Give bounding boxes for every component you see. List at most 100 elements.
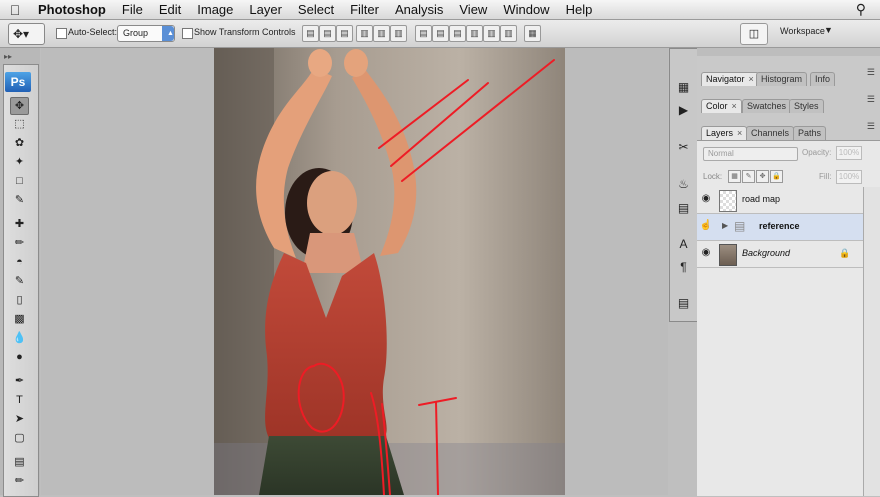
close-icon[interactable]: ×: [737, 128, 742, 138]
marquee-tool-icon[interactable]: ⬚: [11, 116, 28, 132]
tab-layers[interactable]: Layers ×: [701, 126, 748, 140]
brushes-panel-icon[interactable]: ▤: [675, 200, 692, 216]
magic-wand-tool-icon[interactable]: ✦: [11, 154, 28, 170]
lock-position-icon[interactable]: ✥: [756, 170, 769, 183]
panel-menu-icon[interactable]: ☰: [867, 67, 875, 78]
distribute-hcenter-icon[interactable]: ▥: [483, 25, 500, 42]
eye-icon[interactable]: ☝: [699, 219, 713, 233]
slice-tool-icon[interactable]: ✎: [11, 192, 28, 208]
tab-info[interactable]: Info: [810, 72, 836, 86]
tab-paths[interactable]: Paths: [793, 126, 827, 140]
clone-stamp-tool-icon[interactable]: ◓: [11, 254, 28, 270]
auto-align-layers-icon[interactable]: ▦: [524, 25, 541, 42]
bridge-icon[interactable]: ◫: [740, 23, 768, 45]
tab-navigator[interactable]: Navigator ×: [701, 72, 759, 86]
tab-styles[interactable]: Styles: [789, 99, 824, 113]
eyedropper-tool-icon[interactable]: ✏: [11, 473, 28, 489]
layers-tabgroup: Layers × Channels Paths ☰: [697, 121, 880, 140]
menu-help[interactable]: Help: [558, 2, 601, 17]
pen-tool-icon[interactable]: ✒: [11, 373, 28, 389]
path-selection-tool-icon[interactable]: ➤: [11, 411, 28, 427]
eye-icon[interactable]: ◉: [699, 192, 713, 206]
fill-field[interactable]: 100%: [836, 170, 862, 184]
apple-menu-icon[interactable]: : [0, 2, 30, 18]
expand-triangle-icon[interactable]: ▶: [722, 221, 728, 230]
menu-image[interactable]: Image: [189, 2, 241, 17]
opacity-field[interactable]: 100%: [836, 146, 862, 160]
healing-brush-tool-icon[interactable]: ✚: [11, 216, 28, 232]
align-bottom-icon[interactable]: ▤: [336, 25, 353, 42]
lock-transparent-icon[interactable]: ▦: [728, 170, 741, 183]
shape-tool-icon[interactable]: ▢: [11, 430, 28, 446]
document-canvas[interactable]: [214, 48, 565, 495]
lasso-tool-icon[interactable]: ✿: [11, 135, 28, 151]
menu-window[interactable]: Window: [495, 2, 557, 17]
menu-view[interactable]: View: [451, 2, 495, 17]
lock-pixels-icon[interactable]: ✎: [742, 170, 755, 183]
brush-tool-icon[interactable]: ✏: [11, 235, 28, 251]
panel-menu-icon[interactable]: ☰: [867, 94, 875, 105]
blend-mode-dropdown[interactable]: Normal: [703, 147, 798, 161]
color-tabgroup: Color × Swatches Styles ☰: [697, 94, 880, 113]
layer-comps-icon[interactable]: ▤: [675, 295, 692, 311]
distribute-right-icon[interactable]: ▥: [500, 25, 517, 42]
tool-preset-picker[interactable]: ✥▾: [8, 23, 45, 45]
menu-analysis[interactable]: Analysis: [387, 2, 451, 17]
spotlight-search-icon[interactable]: ⚲: [856, 1, 866, 18]
layer-group-name[interactable]: reference: [759, 221, 800, 231]
layer-name[interactable]: Background: [742, 248, 790, 258]
close-icon[interactable]: ×: [749, 74, 754, 84]
history-brush-tool-icon[interactable]: ✎: [11, 273, 28, 289]
show-transform-checkbox[interactable]: [182, 28, 193, 39]
align-hcenter-icon[interactable]: ▥: [373, 25, 390, 42]
workspace-label[interactable]: Workspace: [780, 26, 825, 36]
options-bar: ✥▾ Auto-Select: Group ▲ Show Transform Co…: [0, 20, 880, 48]
paragraph-panel-icon[interactable]: ¶: [675, 259, 692, 275]
align-vcenter-icon[interactable]: ▤: [319, 25, 336, 42]
tab-channels[interactable]: Channels: [746, 126, 795, 140]
type-tool-icon[interactable]: T: [11, 392, 28, 408]
tab-color[interactable]: Color ×: [701, 99, 742, 113]
clone-source-icon[interactable]: ♨: [675, 176, 692, 192]
tab-histogram[interactable]: Histogram: [756, 72, 808, 86]
workspace-arrow-icon[interactable]: ▼: [824, 25, 833, 35]
align-top-icon[interactable]: ▤: [302, 25, 319, 42]
menu-edit[interactable]: Edit: [151, 2, 189, 17]
menu-app-photoshop[interactable]: Photoshop: [30, 2, 114, 17]
layer-row[interactable]: ◉ Background 🔒: [697, 241, 863, 268]
distribute-top-icon[interactable]: ▤: [415, 25, 432, 42]
panel-menu-icon[interactable]: ☰: [867, 121, 875, 132]
tool-presets-icon[interactable]: ✂: [675, 139, 692, 155]
menu-layer[interactable]: Layer: [241, 2, 290, 17]
blur-tool-icon[interactable]: 💧: [11, 330, 28, 346]
actions-panel-icon[interactable]: ▶: [675, 102, 692, 118]
menu-file[interactable]: File: [114, 2, 151, 17]
close-icon[interactable]: ×: [732, 101, 737, 111]
layers-scrollbar[interactable]: [863, 187, 880, 496]
dock-collapse-icon[interactable]: ▸▸: [4, 52, 12, 61]
crop-tool-icon[interactable]: □: [11, 173, 28, 189]
notes-tool-icon[interactable]: ▤: [11, 454, 28, 470]
align-left-icon[interactable]: ▥: [356, 25, 373, 42]
move-tool-icon[interactable]: ✥: [10, 97, 29, 115]
layer-row[interactable]: ◉ road map: [697, 187, 863, 214]
auto-select-checkbox[interactable]: [56, 28, 67, 39]
distribute-bottom-icon[interactable]: ▤: [449, 25, 466, 42]
navigator-panel-icon[interactable]: ▦: [675, 79, 692, 95]
lock-all-icon[interactable]: 🔒: [770, 170, 783, 183]
layer-name[interactable]: road map: [742, 194, 780, 204]
character-panel-icon[interactable]: A: [675, 236, 692, 252]
menu-filter[interactable]: Filter: [342, 2, 387, 17]
gradient-tool-icon[interactable]: ▩: [11, 311, 28, 327]
folder-icon: ▤: [734, 219, 746, 233]
auto-select-dropdown[interactable]: Group ▲: [117, 25, 175, 42]
distribute-left-icon[interactable]: ▥: [466, 25, 483, 42]
distribute-vcenter-icon[interactable]: ▤: [432, 25, 449, 42]
layer-row[interactable]: ☝ ▶ ▤ reference: [697, 214, 863, 241]
dodge-tool-icon[interactable]: ●: [11, 349, 28, 365]
align-right-icon[interactable]: ▥: [390, 25, 407, 42]
tab-swatches[interactable]: Swatches: [742, 99, 792, 113]
eye-icon[interactable]: ◉: [699, 246, 713, 260]
menu-select[interactable]: Select: [290, 2, 342, 17]
eraser-tool-icon[interactable]: ▯: [11, 292, 28, 308]
